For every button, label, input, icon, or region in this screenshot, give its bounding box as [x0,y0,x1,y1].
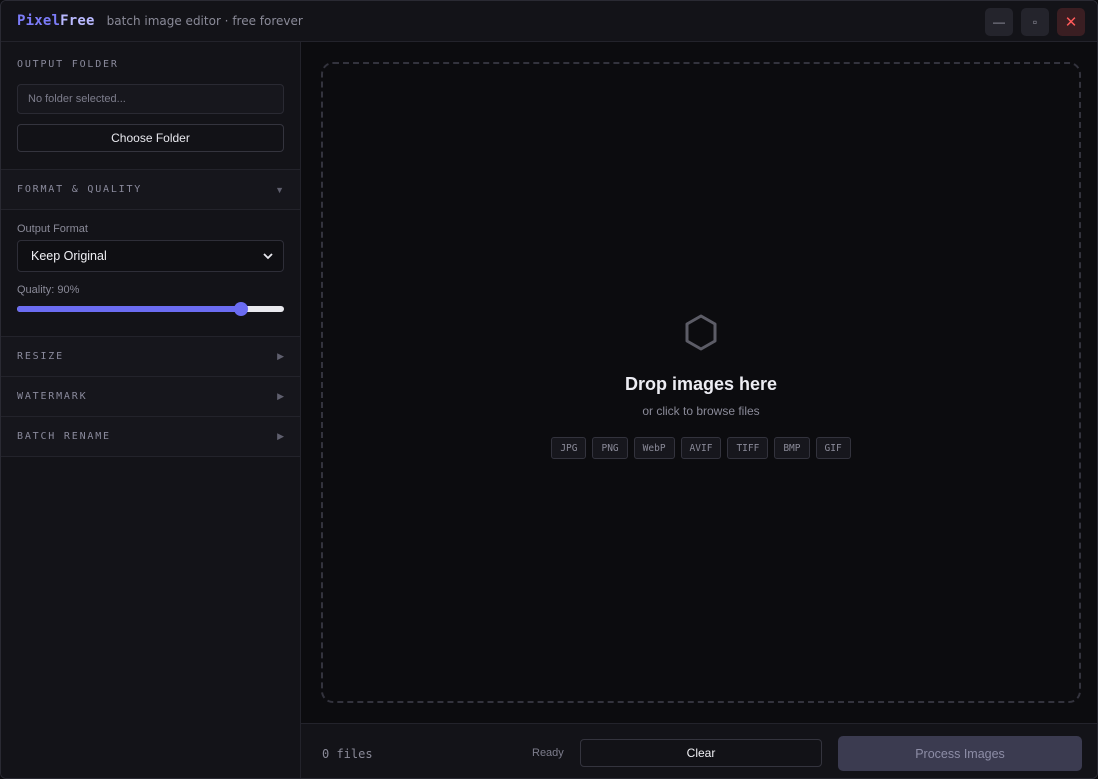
action-bar: 0 files Ready Clear Process Images [301,723,1097,778]
chevron-right-icon: ▶ [277,391,284,401]
format-quality-label: FORMAT & QUALITY [17,184,143,195]
section-header-watermark[interactable]: WATERMARK ▶ [1,377,300,417]
close-icon: ✕ [1064,14,1078,31]
output-format-select[interactable]: Keep Original [17,240,284,272]
minimize-icon: — [993,15,1005,29]
section-header-batch-rename[interactable]: BATCH RENAME ▶ [1,417,300,457]
clear-button[interactable]: Clear [580,739,822,767]
close-button[interactable]: ✕ [1057,8,1085,36]
main-area: Drop images here or click to browse file… [301,42,1097,723]
window-controls: — ▫ ✕ [985,8,1085,36]
format-chip: PNG [592,437,628,459]
format-chip: AVIF [680,437,722,459]
section-label: BATCH RENAME [17,431,111,442]
app-logo: PixelFree [17,13,95,29]
choose-folder-button[interactable]: Choose Folder [17,124,284,152]
minimize-button[interactable]: — [985,8,1013,36]
app-name-part1: Pixel [17,13,61,29]
browse-files-link[interactable]: or click to browse files [323,404,1079,418]
file-count: 0 files [322,747,373,761]
hexagon-icon [685,314,717,351]
slider-fill [17,306,242,312]
format-chip: JPG [551,437,587,459]
title-bar: PixelFree batch image editor · free fore… [1,1,1097,42]
format-chip: TIFF [727,437,769,459]
section-header-resize[interactable]: RESIZE ▶ [1,337,300,377]
drop-zone-content: Drop images here or click to browse file… [323,314,1079,459]
output-format-value: Keep Original [31,249,107,263]
collapsed-sections: RESIZE ▶ WATERMARK ▶ BATCH RENAME ▶ [1,337,300,457]
maximize-button[interactable]: ▫ [1021,8,1049,36]
output-folder-label: OUTPUT FOLDER [17,59,119,70]
drop-zone[interactable]: Drop images here or click to browse file… [321,62,1081,703]
format-chip: WebP [633,437,675,459]
output-folder-field[interactable]: No folder selected... [17,84,284,114]
section-label: RESIZE [17,351,64,362]
status-text: Ready [532,747,564,759]
process-images-button[interactable]: Process Images [838,736,1082,771]
format-chips: JPG PNG WebP AVIF TIFF BMP GIF [323,437,1079,459]
format-quality-panel: Output Format Keep Original Quality: 90% [1,210,300,337]
quality-slider[interactable] [17,302,284,316]
drop-zone-title: Drop images here [624,374,778,394]
format-chip: GIF [815,437,851,459]
app-name-part2: Free [60,13,95,29]
format-chip: BMP [774,437,810,459]
output-folder-section: OUTPUT FOLDER No folder selected... Choo… [1,42,300,170]
chevron-right-icon: ▶ [277,351,284,361]
chevron-right-icon: ▶ [277,431,284,441]
chevron-down-icon: ▼ [275,184,284,195]
format-quality-header[interactable]: FORMAT & QUALITY ▼ [1,170,300,210]
slider-thumb[interactable] [234,302,249,316]
section-label: WATERMARK [17,391,88,402]
maximize-icon: ▫ [1032,15,1038,29]
quality-label: Quality: 90% [17,284,80,296]
chevron-down-icon [263,252,273,259]
app-window: PixelFree batch image editor · free fore… [0,0,1098,779]
app-tagline: batch image editor · free forever [106,14,303,28]
settings-sidebar: OUTPUT FOLDER No folder selected... Choo… [1,42,301,778]
output-format-label: Output Format [17,223,88,235]
